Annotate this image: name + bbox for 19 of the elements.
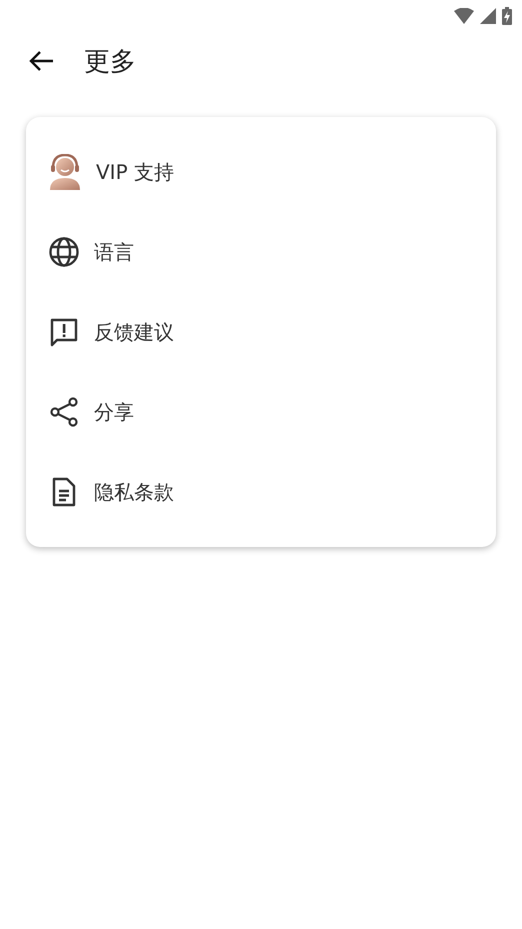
back-arrow-icon — [28, 50, 54, 72]
page-title: 更多 — [84, 46, 136, 78]
menu-label: 分享 — [94, 398, 134, 426]
menu-item[interactable]: 反馈建议 — [26, 292, 496, 372]
menu-label: 反馈建议 — [94, 318, 174, 346]
share-icon — [48, 396, 80, 428]
battery-icon — [502, 7, 512, 25]
menu-item[interactable]: VIP 支持 — [26, 132, 496, 212]
globe-icon — [48, 236, 80, 268]
menu-item[interactable]: 语言 — [26, 212, 496, 292]
feedback-icon — [48, 316, 80, 348]
menu-label: 语言 — [94, 238, 134, 266]
headset-person-icon — [48, 154, 82, 190]
menu-item[interactable]: 隐私条款 — [26, 452, 496, 532]
menu-label: VIP 支持 — [96, 158, 174, 186]
signal-icon — [480, 8, 496, 24]
menu-item[interactable]: 分享 — [26, 372, 496, 452]
wifi-icon — [454, 8, 474, 24]
menu-label: 隐私条款 — [94, 478, 174, 506]
